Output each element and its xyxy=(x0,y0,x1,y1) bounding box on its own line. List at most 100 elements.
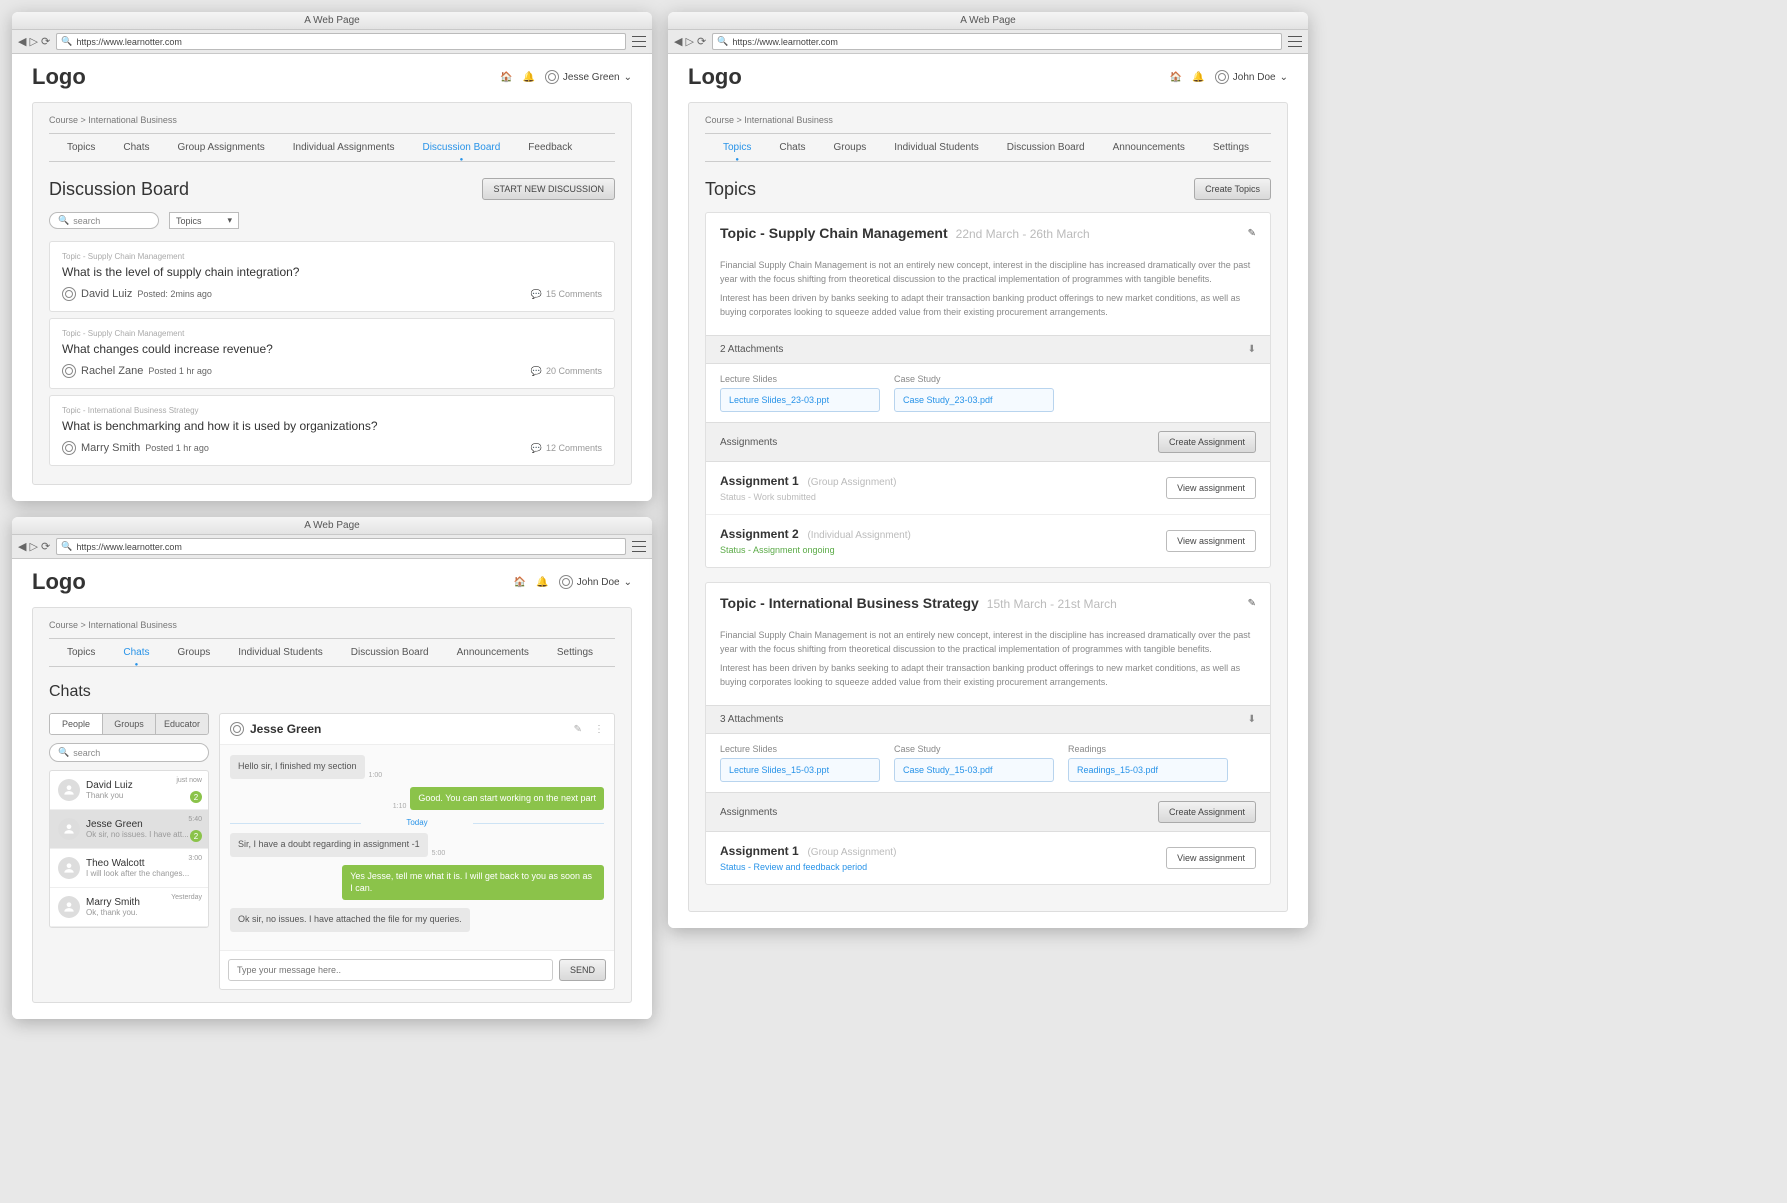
topic-name: Topic - International Business Strategy xyxy=(720,595,979,611)
seg-educator[interactable]: Educator xyxy=(156,714,208,734)
url-bar[interactable]: 🔍 https://www.learnotter.com xyxy=(712,33,1282,50)
user-menu[interactable]: John Doe ⌄ xyxy=(1215,70,1288,84)
breadcrumb-course[interactable]: Course xyxy=(49,620,78,630)
tab-individual-students[interactable]: Individual Students xyxy=(224,639,337,666)
forward-button[interactable]: ▷ xyxy=(685,35,693,48)
attachment-file[interactable]: Readings_15-03.pdf xyxy=(1068,758,1228,782)
tab-groups[interactable]: Groups xyxy=(163,639,224,666)
tab-announcements[interactable]: Announcements xyxy=(1099,134,1199,161)
avatar-icon xyxy=(58,857,80,879)
seg-groups[interactable]: Groups xyxy=(103,714,156,734)
tab-topics[interactable]: Topics xyxy=(53,134,109,161)
pencil-icon[interactable]: ✎ xyxy=(574,724,582,735)
tab-individual-assignments[interactable]: Individual Assignments xyxy=(279,134,409,161)
send-button[interactable]: SEND xyxy=(559,959,606,981)
course-tabs: Topics Chats Groups Individual Students … xyxy=(705,133,1271,162)
discussion-card[interactable]: Topic - Supply Chain Management What is … xyxy=(49,241,615,312)
reload-button[interactable]: ⟳ xyxy=(697,35,706,48)
chat-contact[interactable]: Jesse Green Ok sir, no issues. I have at… xyxy=(50,810,208,849)
attachment-file[interactable]: Lecture Slides_15-03.ppt xyxy=(720,758,880,782)
start-discussion-button[interactable]: START NEW DISCUSSION xyxy=(482,178,615,200)
tab-settings[interactable]: Settings xyxy=(1199,134,1263,161)
chat-search-input[interactable]: 🔍 search xyxy=(49,743,209,762)
filter-select[interactable]: Topics ▾ xyxy=(169,212,239,229)
bell-icon[interactable]: 🔔 xyxy=(536,577,548,588)
seg-people[interactable]: People xyxy=(50,714,103,734)
create-topics-button[interactable]: Create Topics xyxy=(1194,178,1271,200)
course-tabs: Topics Chats Group Assignments Individua… xyxy=(49,133,615,162)
topic-tag: Topic - Supply Chain Management xyxy=(62,252,602,261)
menu-icon[interactable] xyxy=(1288,36,1302,47)
view-assignment-button[interactable]: View assignment xyxy=(1166,847,1256,869)
url-bar[interactable]: 🔍 https://www.learnotter.com xyxy=(56,33,626,50)
create-assignment-button[interactable]: Create Assignment xyxy=(1158,801,1256,823)
assignment-title: Assignment 2 xyxy=(720,527,799,541)
chat-contact[interactable]: Theo Walcott I will look after the chang… xyxy=(50,849,208,888)
chat-segment: People Groups Educator xyxy=(49,713,209,735)
discussion-title: What changes could increase revenue? xyxy=(62,342,602,356)
tab-topics[interactable]: Topics xyxy=(709,134,765,161)
attachment-file[interactable]: Lecture Slides_23-03.ppt xyxy=(720,388,880,412)
bell-icon[interactable]: 🔔 xyxy=(522,72,534,83)
back-button[interactable]: ◀ xyxy=(18,35,26,48)
user-menu[interactable]: Jesse Green ⌄ xyxy=(545,70,632,84)
tab-discussion-board[interactable]: Discussion Board xyxy=(337,639,443,666)
tab-discussion-board[interactable]: Discussion Board xyxy=(408,134,514,161)
chat-contact[interactable]: David Luiz Thank you just now 2 xyxy=(50,771,208,810)
download-icon[interactable]: ⬇ xyxy=(1248,714,1256,725)
view-assignment-button[interactable]: View assignment xyxy=(1166,530,1256,552)
home-icon[interactable]: 🏠 xyxy=(514,577,526,588)
tab-feedback[interactable]: Feedback xyxy=(514,134,586,161)
menu-icon[interactable] xyxy=(632,541,646,552)
topic-dates: 15th March - 21st March xyxy=(987,597,1117,611)
user-name: John Doe xyxy=(577,577,620,588)
tab-chats[interactable]: Chats xyxy=(765,134,819,161)
tab-announcements[interactable]: Announcements xyxy=(443,639,543,666)
home-icon[interactable]: 🏠 xyxy=(500,72,512,83)
message-row: 1:10 Good. You can start working on the … xyxy=(230,787,604,811)
home-icon[interactable]: 🏠 xyxy=(1170,72,1182,83)
tab-discussion-board[interactable]: Discussion Board xyxy=(993,134,1099,161)
view-assignment-button[interactable]: View assignment xyxy=(1166,477,1256,499)
url-bar[interactable]: 🔍 https://www.learnotter.com xyxy=(56,538,626,555)
breadcrumb-course[interactable]: Course xyxy=(705,115,734,125)
tab-chats[interactable]: Chats xyxy=(109,134,163,161)
bell-icon[interactable]: 🔔 xyxy=(1192,72,1204,83)
reload-button[interactable]: ⟳ xyxy=(41,35,50,48)
tab-individual-students[interactable]: Individual Students xyxy=(880,134,993,161)
breadcrumb-course[interactable]: Course xyxy=(49,115,78,125)
forward-button[interactable]: ▷ xyxy=(29,540,37,553)
back-button[interactable]: ◀ xyxy=(18,540,26,553)
attachment-file[interactable]: Case Study_23-03.pdf xyxy=(894,388,1054,412)
browser-chats: A Web Page ◀ ▷ ⟳ 🔍 https://www.learnotte… xyxy=(12,517,652,1019)
tab-group-assignments[interactable]: Group Assignments xyxy=(163,134,278,161)
unread-badge: 2 xyxy=(190,791,202,803)
tab-topics[interactable]: Topics xyxy=(53,639,109,666)
tab-settings[interactable]: Settings xyxy=(543,639,607,666)
user-menu[interactable]: John Doe ⌄ xyxy=(559,575,632,589)
pencil-icon[interactable]: ✎ xyxy=(1248,228,1256,239)
topic-tag: Topic - International Business Strategy xyxy=(62,406,602,415)
create-assignment-button[interactable]: Create Assignment xyxy=(1158,431,1256,453)
browser-toolbar: ◀ ▷ ⟳ 🔍 https://www.learnotter.com xyxy=(12,30,652,54)
message-bubble: Hello sir, I finished my section xyxy=(230,755,365,779)
search-input[interactable]: 🔍 search xyxy=(49,212,159,229)
reload-button[interactable]: ⟳ xyxy=(41,540,50,553)
more-icon[interactable]: ⋮ xyxy=(594,724,604,735)
tab-chats[interactable]: Chats xyxy=(109,639,163,666)
message-input[interactable] xyxy=(228,959,553,981)
pencil-icon[interactable]: ✎ xyxy=(1248,598,1256,609)
breadcrumb: Course > International Business xyxy=(49,115,615,125)
breadcrumb-page: International Business xyxy=(88,115,177,125)
download-icon[interactable]: ⬇ xyxy=(1248,344,1256,355)
menu-icon[interactable] xyxy=(632,36,646,47)
forward-button[interactable]: ▷ xyxy=(29,35,37,48)
chat-contact[interactable]: Marry Smith Ok, thank you. Yesterday xyxy=(50,888,208,927)
attachment-label: Lecture Slides xyxy=(720,744,880,754)
discussion-card[interactable]: Topic - Supply Chain Management What cha… xyxy=(49,318,615,389)
attachment-file[interactable]: Case Study_15-03.pdf xyxy=(894,758,1054,782)
window-title: A Web Page xyxy=(12,517,652,535)
discussion-card[interactable]: Topic - International Business Strategy … xyxy=(49,395,615,466)
back-button[interactable]: ◀ xyxy=(674,35,682,48)
tab-groups[interactable]: Groups xyxy=(819,134,880,161)
